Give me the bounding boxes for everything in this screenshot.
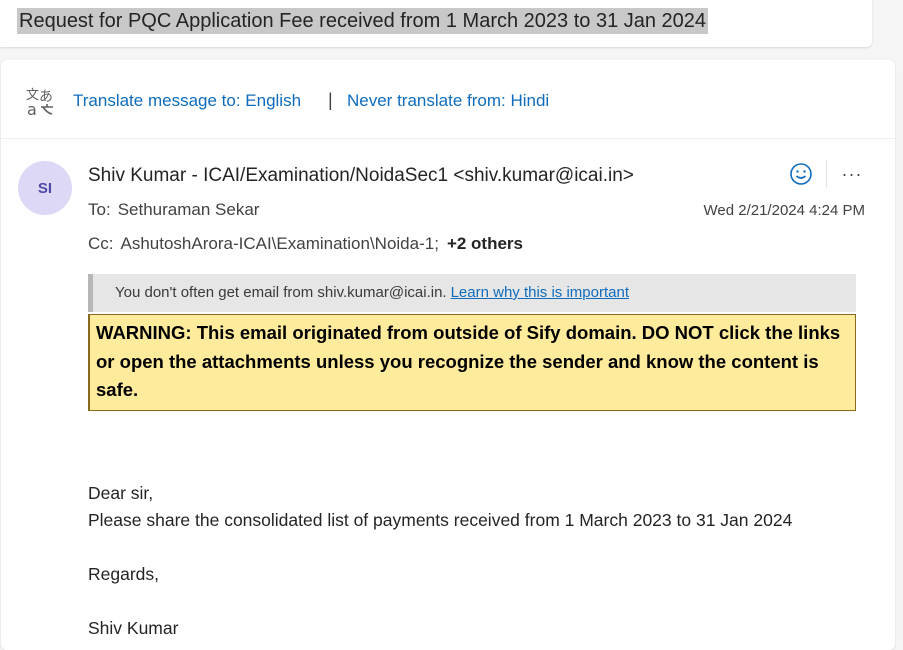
- reaction-button[interactable]: [787, 160, 815, 188]
- to-recipients: To: Sethuraman Sekar: [88, 200, 259, 220]
- message-date: Wed 2/21/2024 4:24 PM: [703, 202, 866, 219]
- cc-recipient[interactable]: AshutoshArora-ICAI\Examination\Noida-1;: [121, 234, 439, 253]
- body-greeting: Dear sir,: [88, 483, 154, 503]
- translate-message-link[interactable]: Translate message to: English: [73, 91, 301, 111]
- notice-text: You don't often get email from shiv.kuma…: [115, 284, 447, 301]
- subject-header: Request for PQC Application Fee received…: [0, 0, 872, 47]
- cc-others-button[interactable]: +2 others: [447, 234, 523, 253]
- body-regards: Regards,: [88, 564, 160, 584]
- reading-pane: 文 あ a Translate message to: English | Ne…: [1, 60, 895, 650]
- cc-label: Cc:: [88, 234, 114, 253]
- more-actions-button[interactable]: ···: [838, 160, 866, 188]
- sender-name[interactable]: Shiv Kumar - ICAI/Examination/NoidaSec1 …: [88, 165, 634, 187]
- more-icon: ···: [841, 163, 863, 184]
- toolbar-divider: [826, 160, 827, 188]
- svg-text:あ: あ: [39, 89, 53, 105]
- external-warning-banner: WARNING: This email originated from outs…: [88, 314, 856, 411]
- svg-text:a: a: [27, 100, 37, 117]
- learn-why-link[interactable]: Learn why this is important: [451, 284, 629, 301]
- smiley-icon: [790, 163, 812, 185]
- sender-notice-banner: You don't often get email from shiv.kuma…: [88, 274, 856, 312]
- body-signature: Shiv Kumar: [88, 618, 179, 638]
- email-subject: Request for PQC Application Fee received…: [17, 8, 709, 34]
- to-label: To:: [88, 200, 111, 219]
- translate-bar: 文 あ a Translate message to: English | Ne…: [1, 60, 895, 139]
- cc-recipients: Cc: AshutoshArora-ICAI\Examination\Noida-…: [88, 234, 523, 254]
- to-recipient[interactable]: Sethuraman Sekar: [118, 200, 260, 219]
- translate-icon: 文 あ a: [25, 85, 57, 119]
- body-line: Please share the consolidated list of pa…: [88, 510, 793, 530]
- sender-avatar[interactable]: SI: [18, 161, 72, 215]
- translate-separator: |: [328, 90, 333, 110]
- never-translate-link[interactable]: Never translate from: Hindi: [347, 91, 549, 111]
